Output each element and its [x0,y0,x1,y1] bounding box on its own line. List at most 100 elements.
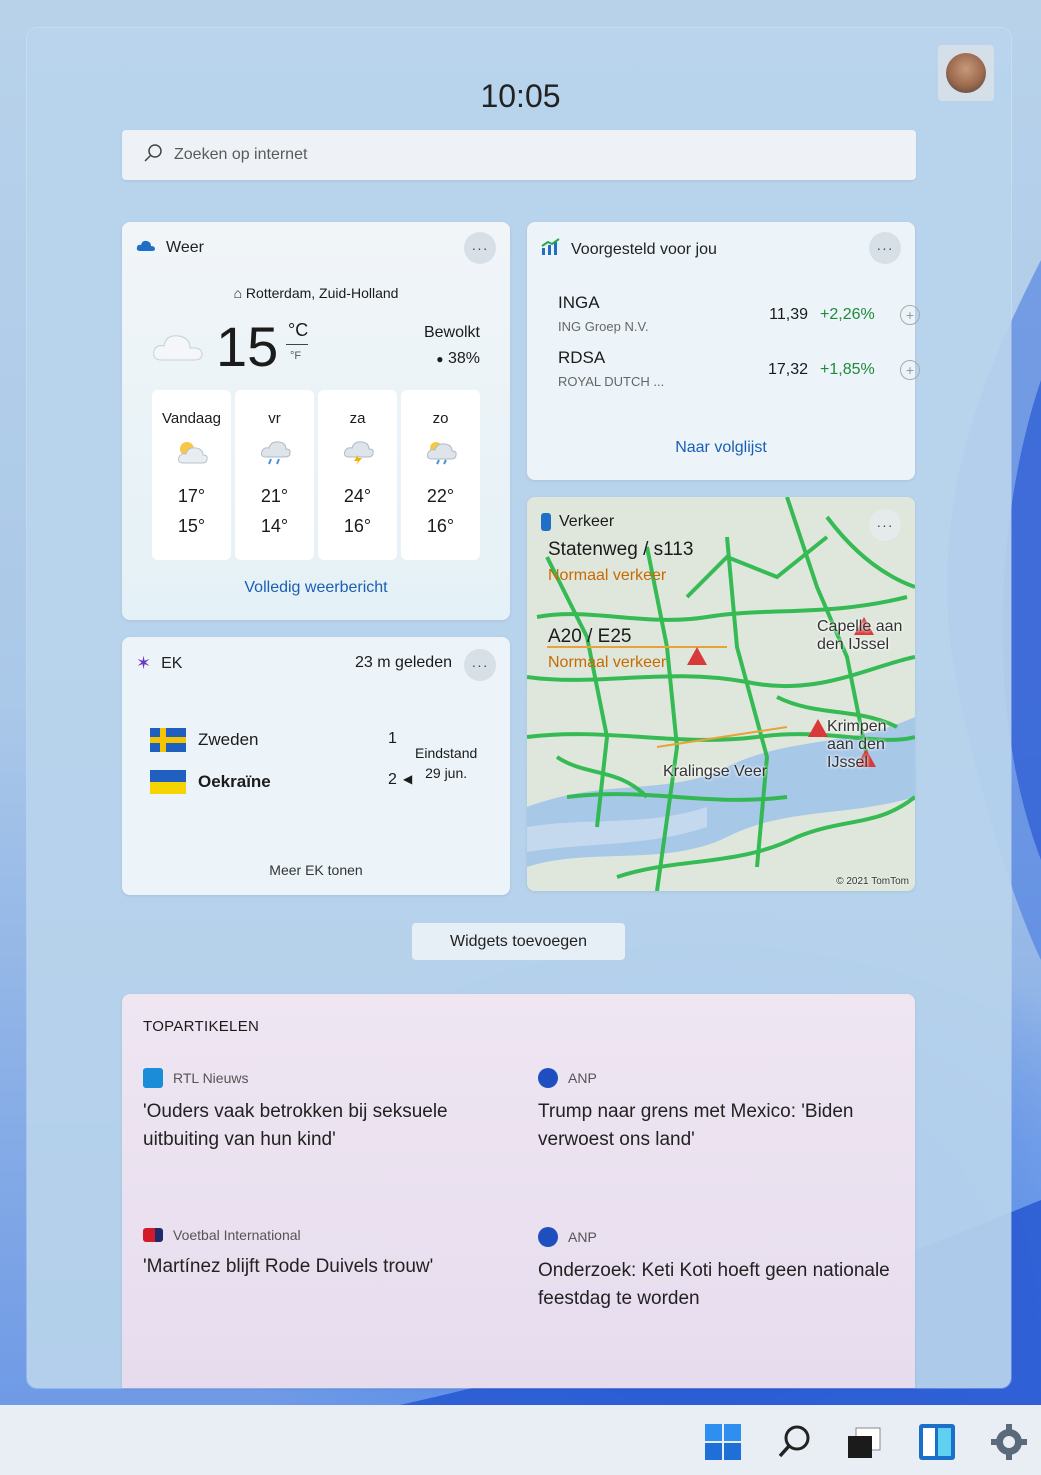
article-source: ANP [538,1068,898,1088]
unit-celsius[interactable]: °C [288,320,308,341]
map-copyright: © 2021 TomTom [836,876,909,887]
search-input[interactable] [174,146,774,164]
news-article[interactable]: Voetbal International 'Martínez blijft R… [143,1227,503,1281]
day-label: vr [268,410,281,427]
running-person-icon: ✶ [136,653,152,673]
section-title: TOPARTIKELEN [143,1018,260,1035]
stocks-chart-icon [541,238,561,261]
result-label: Eindstand [415,745,478,761]
ek-header: ✶ EK [136,653,182,674]
profile-photo [946,53,986,93]
search-bar[interactable] [122,130,916,180]
article-title: 'Ouders vaak betrokken bij seksuele uitb… [143,1101,448,1150]
stocks-widget[interactable]: Voorgesteld voor jou ··· INGA ING Groep … [527,222,920,480]
article-title: Onderzoek: Keti Koti hoeft geen national… [538,1260,890,1309]
stock-row[interactable]: RDSA ROYAL DUTCH ... 17,32 +1,85% + [558,348,920,398]
forecast-day[interactable]: vr 21° 14° [235,390,314,560]
match-result: Eindstand 29 jun. [415,743,477,783]
forecast-day[interactable]: za 24° 16° [318,390,397,560]
ek-widget[interactable]: ✶ EK 23 m geleden ··· Zweden 1 Oekraïne … [122,637,510,895]
day-low: 16° [343,516,372,536]
winner-arrow-icon: ◀ [403,772,413,786]
team-row[interactable]: Oekraïne [150,770,271,794]
stock-price: 11,39 [769,306,808,323]
source-name: ANP [568,1070,597,1086]
article-source: RTL Nieuws [143,1068,503,1088]
watchlist-link[interactable]: Naar volglijst [527,439,915,457]
anp-logo-icon [538,1068,558,1088]
map-label-capelle: Capelle aan den IJssel [817,618,903,653]
precipitation: ● 38% [424,346,480,372]
ek-title: EK [161,654,183,672]
day-high: 21° [260,486,289,506]
avatar[interactable] [938,45,994,101]
article-source: Voetbal International [143,1227,503,1243]
team-score: 2 [388,771,397,788]
add-widgets-button[interactable]: Widgets toevoegen [412,923,625,960]
unit-divider [286,344,308,345]
team-score: 1 [388,730,397,747]
thunderstorm-icon [341,439,375,465]
weather-condition: Bewolkt ● 38% [424,320,480,372]
settings-gear-icon[interactable] [990,1423,1028,1461]
more-options-button[interactable]: ··· [464,649,496,681]
stock-row[interactable]: INGA ING Groep N.V. 11,39 +2,26% + [558,293,920,343]
forecast-day[interactable]: Vandaag 17° 15° [152,390,231,560]
forecast: Vandaag 17° 15° vr 21° 14° za 24° 16° zo… [152,390,480,560]
road-name[interactable]: A20 / E25 [548,626,631,648]
current-temperature: 15 [216,315,279,378]
traffic-widget[interactable]: Verkeer ··· Statenweg / s113 Normaal ver… [527,497,915,891]
result-date: 29 jun. [425,765,468,781]
more-ek-link[interactable]: Meer EK tonen [122,862,510,878]
current-cloud-icon [152,330,206,367]
stocks-title: Voorgesteld voor jou [571,240,717,258]
weather-title: Weer [166,238,204,256]
vi-logo-icon [143,1228,163,1242]
road-status: Normaal verkeer [548,654,667,671]
start-icon[interactable] [704,1423,742,1461]
forecast-day[interactable]: zo 22° 16° [401,390,480,560]
day-label: zo [432,410,449,427]
stock-symbol: RDSA [558,348,606,367]
map-label-krimpen: Krimpen aan den IJssel [827,718,887,771]
day-label: za [349,410,366,427]
updated-time: 23 m geleden [355,654,452,671]
condition-label: Bewolkt [423,324,480,341]
raindrop-icon: ● [436,352,444,366]
day-high: 24° [343,486,372,506]
clock: 10:05 [480,78,561,114]
source-name: RTL Nieuws [173,1070,249,1086]
rain-cloud-icon [258,439,292,465]
task-view-icon[interactable] [846,1423,884,1461]
weather-header: Weer [136,238,204,257]
widgets-icon[interactable] [918,1423,956,1461]
news-article[interactable]: RTL Nieuws 'Ouders vaak betrokken bij se… [143,1068,503,1154]
more-options-button[interactable]: ··· [464,232,496,264]
anp-logo-icon [538,1227,558,1247]
more-options-button[interactable]: ··· [869,232,901,264]
news-article[interactable]: ANP Trump naar grens met Mexico: 'Biden … [538,1068,898,1154]
cloud-icon [136,238,156,257]
news-article[interactable]: ANP Onderzoek: Keti Koti hoeft geen nati… [538,1227,898,1313]
weather-widget[interactable]: Weer ··· ⌂ Rotterdam, Zuid-Holland 15 °C… [122,222,510,620]
day-high: 22° [426,486,455,506]
road-name[interactable]: Statenweg / s113 [548,539,693,561]
location-label: Rotterdam, Zuid-Holland [245,285,399,301]
add-to-watchlist-icon[interactable]: + [900,305,920,325]
road-status: Normaal verkeer [548,567,667,584]
article-title: Trump naar grens met Mexico: 'Biden verw… [538,1101,854,1150]
team-name: Oekraïne [198,772,271,791]
stock-change: +1,85% [820,361,875,378]
add-to-watchlist-icon[interactable]: + [900,360,920,380]
day-label: Vandaag [162,410,221,427]
article-source: ANP [538,1227,898,1247]
source-name: ANP [568,1229,597,1245]
search-icon[interactable] [776,1423,814,1461]
full-forecast-link[interactable]: Volledig weerbericht [122,579,510,597]
traffic-header: Verkeer [541,513,614,531]
rtl-logo-icon [143,1068,163,1088]
unit-fahrenheit[interactable]: °F [290,350,301,362]
team-row[interactable]: Zweden [150,728,258,752]
more-options-button[interactable]: ··· [869,509,901,541]
top-stories: TOPARTIKELEN RTL Nieuws 'Ouders vaak bet… [122,994,915,1388]
